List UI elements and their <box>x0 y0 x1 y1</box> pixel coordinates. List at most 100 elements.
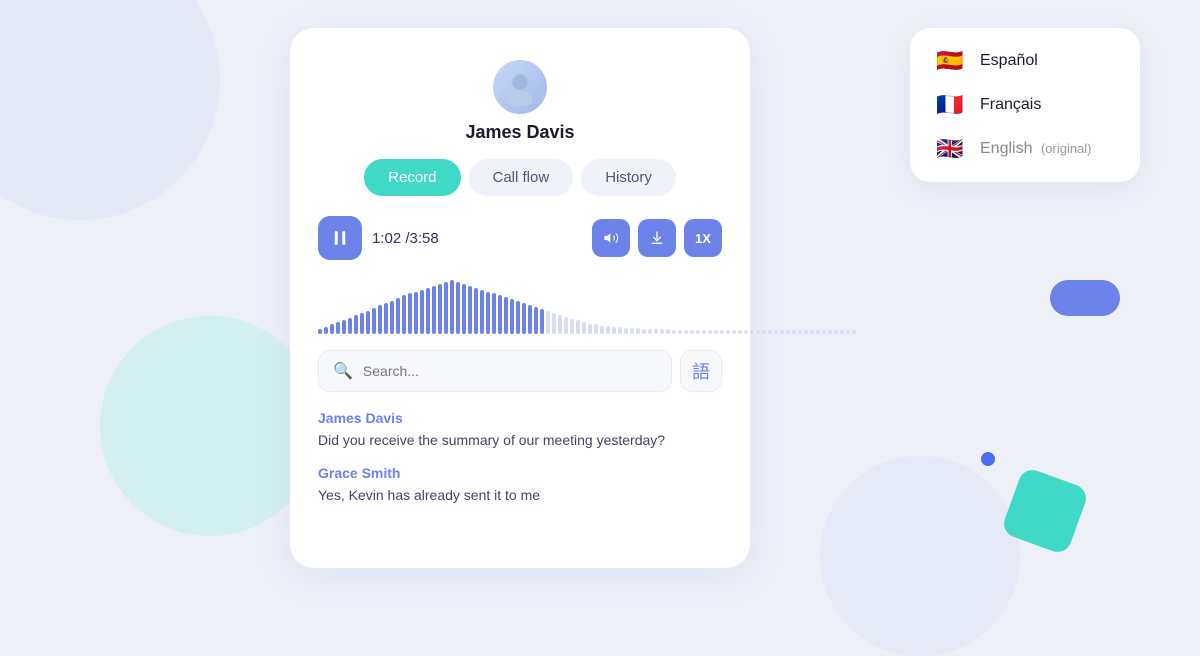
waveform-bar <box>648 329 652 334</box>
waveform-bar <box>324 327 328 334</box>
waveform-bar <box>630 328 634 334</box>
waveform-bar <box>318 329 322 334</box>
pause-button[interactable] <box>318 216 362 260</box>
waveform-bar <box>792 330 796 334</box>
speed-button[interactable]: 1X <box>684 219 722 257</box>
waveform-bar <box>834 330 838 334</box>
waveform-bar <box>786 330 790 334</box>
waveform-bar <box>354 315 358 334</box>
transcript: James Davis Did you receive the summary … <box>318 410 722 520</box>
waveform-bar <box>444 282 448 334</box>
bg-decoration-top-left <box>0 0 220 220</box>
search-input[interactable] <box>363 363 657 379</box>
waveform-bar <box>540 309 544 334</box>
waveform-bar <box>438 284 442 334</box>
waveform-bar <box>750 330 754 334</box>
bg-decoration-teal-circle <box>100 316 320 536</box>
lang-name-french: Français <box>980 96 1041 114</box>
waveform-bar <box>756 330 760 334</box>
waveform-bar <box>744 330 748 334</box>
waveform-bar <box>774 330 778 334</box>
flag-english: 🇬🇧 <box>934 136 966 162</box>
waveform-bar <box>522 303 526 334</box>
lang-item-spanish[interactable]: 🇪🇸 Español <box>934 48 1116 74</box>
user-name: James Davis <box>465 122 574 143</box>
download-icon <box>649 230 665 246</box>
waveform-bar <box>462 284 466 334</box>
waveform[interactable] <box>318 274 722 334</box>
user-profile: James Davis <box>465 60 574 143</box>
waveform-bar <box>738 330 742 334</box>
time-display: 1:02 /3:58 <box>372 230 582 247</box>
waveform-bar <box>414 292 418 334</box>
lang-item-english[interactable]: 🇬🇧 English (original) <box>934 136 1116 162</box>
avatar <box>493 60 547 114</box>
waveform-bar <box>330 324 334 334</box>
waveform-bar <box>402 295 406 334</box>
waveform-bar <box>576 320 580 334</box>
tab-callflow[interactable]: Call flow <box>469 159 574 196</box>
waveform-bar <box>594 324 598 334</box>
waveform-bar <box>828 330 832 334</box>
waveform-bar <box>474 288 478 334</box>
waveform-bar <box>480 290 484 334</box>
waveform-bar <box>660 329 664 334</box>
player-row: 1:02 /3:58 1X <box>318 216 722 260</box>
bg-decoration-pill <box>1050 280 1120 316</box>
waveform-bar <box>426 288 430 334</box>
waveform-bar <box>486 292 490 334</box>
waveform-bar <box>780 330 784 334</box>
search-row: 🔍 語 <box>318 350 722 392</box>
waveform-bar <box>768 330 772 334</box>
waveform-bar <box>504 297 508 334</box>
waveform-bar <box>492 293 496 334</box>
waveform-bar <box>360 313 364 334</box>
waveform-bar <box>342 320 346 334</box>
speaker-2-text: Yes, Kevin has already sent it to me <box>318 485 722 506</box>
waveform-bar <box>456 282 460 334</box>
waveform-bar <box>546 311 550 334</box>
download-button[interactable] <box>638 219 676 257</box>
waveform-bar <box>582 322 586 334</box>
waveform-bar <box>408 293 412 334</box>
waveform-bar <box>804 330 808 334</box>
search-icon: 🔍 <box>333 361 353 381</box>
avatar-image <box>501 68 539 106</box>
translate-button[interactable]: 語 <box>680 350 722 392</box>
waveform-bar <box>570 319 574 334</box>
tab-group: Record Call flow History <box>364 159 676 196</box>
waveform-bar <box>846 330 850 334</box>
flag-spanish: 🇪🇸 <box>934 48 966 74</box>
lang-item-french[interactable]: 🇫🇷 Français <box>934 92 1116 118</box>
waveform-bar <box>696 330 700 334</box>
tab-record[interactable]: Record <box>364 159 460 196</box>
volume-button[interactable] <box>592 219 630 257</box>
lang-name-english: English (original) <box>980 140 1092 158</box>
waveform-bar <box>510 299 514 334</box>
waveform-bar <box>600 326 604 334</box>
waveform-bar <box>714 330 718 334</box>
waveform-bar <box>666 329 670 334</box>
waveform-bar <box>816 330 820 334</box>
tab-history[interactable]: History <box>581 159 676 196</box>
waveform-bar <box>618 327 622 334</box>
translate-icon: 語 <box>692 358 710 384</box>
waveform-bar <box>636 328 640 334</box>
waveform-bar <box>642 329 646 334</box>
waveform-bar <box>810 330 814 334</box>
lang-name-spanish: Español <box>980 52 1038 70</box>
speaker-2-name: Grace Smith <box>318 465 722 481</box>
waveform-bar <box>420 290 424 334</box>
waveform-bar <box>516 301 520 334</box>
waveform-bar <box>534 307 538 334</box>
waveform-bar <box>678 330 682 334</box>
waveform-bar <box>726 330 730 334</box>
waveform-bar <box>702 330 706 334</box>
waveform-bar <box>708 330 712 334</box>
bg-decoration-dot <box>981 452 995 466</box>
waveform-bar <box>732 330 736 334</box>
waveform-bar <box>798 330 802 334</box>
main-card: James Davis Record Call flow History 1:0… <box>290 28 750 568</box>
waveform-bar <box>498 295 502 334</box>
waveform-bar <box>390 301 394 334</box>
